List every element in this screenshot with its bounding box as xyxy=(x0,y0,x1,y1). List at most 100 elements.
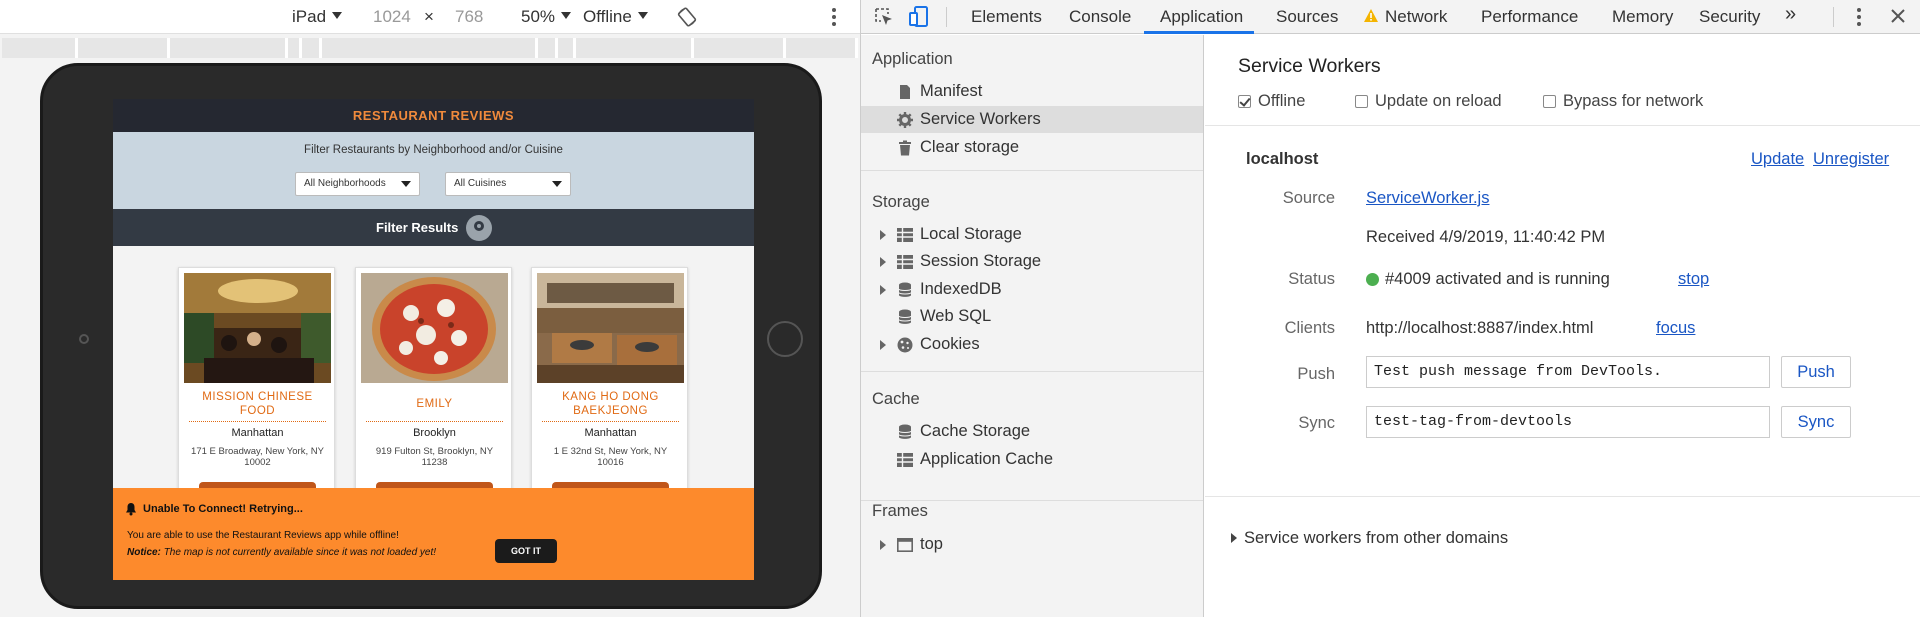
throttle-label: Offline xyxy=(583,7,632,26)
sidebar-item-indexeddb[interactable]: IndexedDB xyxy=(861,276,1203,303)
update-link[interactable]: Update xyxy=(1751,150,1804,169)
height-field[interactable]: 768 xyxy=(455,7,483,27)
rotate-icon[interactable] xyxy=(676,6,698,28)
sidebar-item-session-storage[interactable]: Session Storage xyxy=(861,248,1203,275)
media-query-bar[interactable] xyxy=(2,38,858,58)
clients-key-label: Clients xyxy=(1284,319,1335,337)
update-on-reload-label: Update on reload xyxy=(1375,92,1502,110)
warning-icon xyxy=(1364,9,1378,22)
restaurant-photo xyxy=(537,273,684,383)
more-options-icon[interactable] xyxy=(826,6,842,28)
frame-icon xyxy=(897,537,913,552)
tab-performance[interactable]: Performance xyxy=(1481,7,1578,27)
push-input[interactable]: Test push message from DevTools. xyxy=(1366,356,1770,388)
push-key-label: Push xyxy=(1297,365,1335,383)
sidebar-item-cookies[interactable]: Cookies xyxy=(861,331,1203,358)
other-domains-toggle[interactable]: Service workers from other domains xyxy=(1244,529,1508,548)
divider xyxy=(366,421,503,422)
toast-notice-text: The map is not currently available since… xyxy=(163,547,437,558)
more-tabs-button[interactable]: » xyxy=(1785,3,1796,26)
trash-icon xyxy=(899,140,911,156)
table-icon xyxy=(897,453,913,467)
restaurant-name: KANG HO DONG BAEKJEONG xyxy=(562,391,659,417)
tab-security[interactable]: Security xyxy=(1699,7,1760,27)
sidebar-item-local-storage[interactable]: Local Storage xyxy=(861,221,1203,248)
clients-value: http://localhost:8887/index.html xyxy=(1366,319,1594,337)
map-pin-icon[interactable] xyxy=(466,215,492,241)
sidebar-item-label: Clear storage xyxy=(920,138,1020,156)
inspect-element-icon[interactable] xyxy=(873,6,895,28)
sidebar-section-storage: Storage xyxy=(872,193,930,211)
neighborhood-select[interactable]: All Neighborhoods xyxy=(295,172,420,196)
restaurant-name: MISSION CHINESE FOOD xyxy=(202,391,313,417)
unregister-link[interactable]: Unregister xyxy=(1813,150,1889,169)
active-tab-indicator xyxy=(1144,31,1254,34)
divider xyxy=(189,421,326,422)
application-sidebar: Application Manifest Service Workers Cle… xyxy=(861,35,1204,617)
cuisine-select-label: All Cuisines xyxy=(454,178,507,189)
push-button[interactable]: Push xyxy=(1781,356,1851,388)
sidebar-item-service-workers[interactable]: Service Workers xyxy=(861,106,1203,133)
sidebar-item-manifest[interactable]: Manifest xyxy=(861,78,1203,105)
zoom-select[interactable]: 50% xyxy=(521,7,572,27)
tab-console[interactable]: Console xyxy=(1069,7,1131,27)
offline-checkbox[interactable] xyxy=(1238,95,1251,108)
sidebar-section-frames: Frames xyxy=(872,502,928,520)
device-screen: RESTAURANT REVIEWS Filter Restaurants by… xyxy=(113,99,754,580)
source-link[interactable]: ServiceWorker.js xyxy=(1366,189,1489,208)
received-timestamp: Received 4/9/2019, 11:40:42 PM xyxy=(1366,228,1606,246)
got-it-button[interactable]: GOT IT xyxy=(495,539,557,563)
expand-arrow-icon[interactable] xyxy=(880,540,886,550)
stop-link[interactable]: stop xyxy=(1678,270,1709,289)
close-icon[interactable] xyxy=(1889,7,1907,25)
restaurant-neighborhood: Brooklyn xyxy=(413,427,456,439)
sync-input[interactable]: test-tag-from-devtools xyxy=(1366,406,1770,438)
table-icon xyxy=(897,255,913,269)
throttle-select[interactable]: Offline xyxy=(583,7,648,27)
restaurant-card: EMILY Brooklyn 919 Fulton St, Brooklyn, … xyxy=(355,267,512,498)
divider xyxy=(861,500,1203,501)
sidebar-item-clear-storage[interactable]: Clear storage xyxy=(861,134,1203,161)
table-icon xyxy=(897,228,913,242)
offline-label: Offline xyxy=(1258,92,1306,110)
bypass-for-network-label: Bypass for network xyxy=(1563,92,1704,110)
sync-button[interactable]: Sync xyxy=(1781,406,1851,438)
sidebar-item-label: Web SQL xyxy=(920,307,992,325)
expand-arrow-icon[interactable] xyxy=(880,340,886,350)
cuisine-select[interactable]: All Cuisines xyxy=(445,172,571,196)
sidebar-item-application-cache[interactable]: Application Cache xyxy=(861,446,1203,473)
restaurant-address: 1 E 32nd St, New York, NY 10016 xyxy=(553,446,668,468)
sidebar-item-web-sql[interactable]: Web SQL xyxy=(861,303,1203,330)
expand-arrow-icon[interactable] xyxy=(1231,533,1237,543)
sidebar-section-application: Application xyxy=(872,50,953,68)
device-toolbar-icon[interactable] xyxy=(908,5,930,29)
sidebar-item-label: Application Cache xyxy=(920,450,1053,468)
service-worker-entry: localhost Update Unregister Source Servi… xyxy=(1205,125,1920,497)
chevron-down-icon xyxy=(637,12,648,19)
sidebar-section-cache: Cache xyxy=(872,390,920,408)
sidebar-item-top-frame[interactable]: top xyxy=(861,531,1203,558)
filter-results-bar: Filter Results xyxy=(113,209,754,246)
restaurant-neighborhood: Manhattan xyxy=(231,427,284,439)
tab-application[interactable]: Application xyxy=(1160,7,1243,27)
update-on-reload-checkbox[interactable] xyxy=(1355,95,1368,108)
database-icon xyxy=(898,309,912,324)
bypass-for-network-checkbox[interactable] xyxy=(1543,95,1556,108)
tab-sources[interactable]: Sources xyxy=(1276,7,1338,27)
tab-network[interactable]: Network xyxy=(1385,7,1447,27)
expand-arrow-icon[interactable] xyxy=(880,285,886,295)
device-select[interactable]: iPad xyxy=(292,7,343,27)
expand-arrow-icon[interactable] xyxy=(880,257,886,267)
app-header[interactable]: RESTAURANT REVIEWS xyxy=(113,99,754,132)
focus-link[interactable]: focus xyxy=(1656,319,1695,338)
expand-arrow-icon[interactable] xyxy=(880,230,886,240)
sidebar-item-cache-storage[interactable]: Cache Storage xyxy=(861,418,1203,445)
width-field[interactable]: 1024 xyxy=(373,7,411,27)
home-button xyxy=(767,321,803,357)
tab-memory[interactable]: Memory xyxy=(1612,7,1673,27)
offline-toast: Unable To Connect! Retrying... You are a… xyxy=(113,488,754,580)
kebab-menu-icon[interactable] xyxy=(1851,6,1867,28)
sidebar-item-label: Cookies xyxy=(920,335,980,353)
tab-elements[interactable]: Elements xyxy=(971,7,1042,27)
sidebar-item-label: Service Workers xyxy=(920,110,1041,128)
